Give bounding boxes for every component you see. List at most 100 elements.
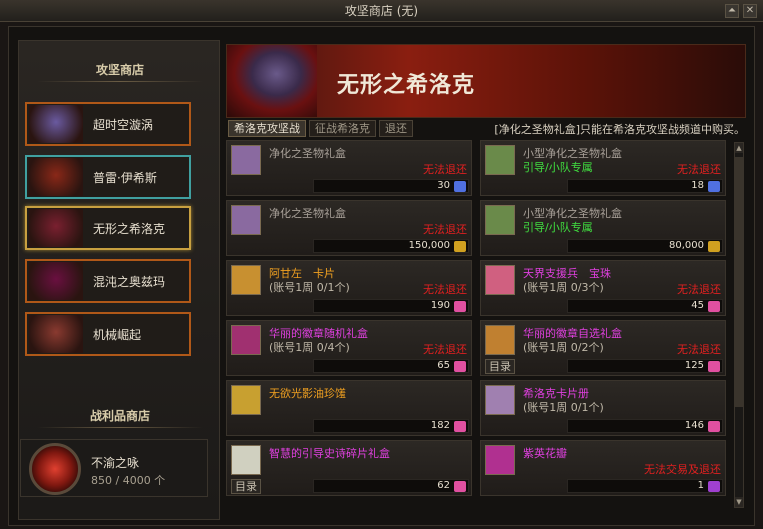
- divider: [37, 81, 203, 82]
- item-price: 62: [437, 480, 450, 491]
- currency-icon: [708, 241, 720, 252]
- shop-item[interactable]: 净化之圣物礼盒 无法退还 30: [226, 140, 472, 196]
- shop-item[interactable]: 无欲光影油珍馐 182: [226, 380, 472, 436]
- purchase-notice: [净化之圣物礼盒]只能在希洛克攻坚战频道中购买。: [494, 123, 745, 136]
- item-limit: 引导/小队专属: [523, 161, 593, 174]
- nav-item-isis[interactable]: 普雷·伊希斯: [25, 155, 191, 199]
- nav-item-sirocco[interactable]: 无形之希洛克: [25, 206, 191, 250]
- item-icon: [231, 385, 261, 415]
- raid-title: 无形之希洛克: [337, 72, 476, 98]
- item-name: 净化之圣物礼盒: [269, 147, 346, 160]
- item-icon: [231, 445, 261, 475]
- shop-item[interactable]: 小型净化之圣物礼盒 引导/小队专属 无法退还 18: [480, 140, 726, 196]
- item-icon: [485, 145, 515, 175]
- tab-refund[interactable]: 退还: [379, 120, 413, 137]
- item-name: 智慧的引导史诗碎片礼盒: [269, 447, 390, 460]
- nav-thumbnail: [29, 209, 83, 247]
- currency-icon: [454, 421, 466, 432]
- spoils-count: 850 / 4000 个: [91, 474, 166, 487]
- item-price: 190: [430, 300, 450, 311]
- spoils-emblem-icon: [29, 443, 81, 495]
- item-price: 80,000: [669, 240, 704, 251]
- tab-expedition[interactable]: 征战希洛克: [309, 120, 376, 137]
- close-icon[interactable]: ✕: [743, 4, 757, 18]
- spoils-name: 不渝之咏: [91, 456, 140, 470]
- item-limit: 引导/小队专属: [523, 221, 593, 234]
- shop-item[interactable]: 希洛克卡片册 (账号1周 0/1个) 146: [480, 380, 726, 436]
- nav-item-ozma[interactable]: 混沌之奥兹玛: [25, 259, 191, 303]
- catalog-button[interactable]: 目录: [485, 359, 515, 374]
- currency-icon: [708, 181, 720, 192]
- item-price: 182: [430, 420, 450, 431]
- nav-label: 机械崛起: [93, 327, 142, 342]
- scroll-up-icon[interactable]: ▲: [735, 143, 743, 153]
- price-box: 65: [313, 359, 469, 373]
- price-box: 62: [313, 479, 469, 493]
- spoils-section-title: 战利品商店: [89, 409, 150, 423]
- nav-item-vortex[interactable]: 超时空漩涡: [25, 102, 191, 146]
- item-icon: [231, 265, 261, 295]
- item-icon: [485, 205, 515, 235]
- currency-icon: [454, 481, 466, 492]
- shop-item[interactable]: 小型净化之圣物礼盒 引导/小队专属 80,000: [480, 200, 726, 256]
- currency-icon: [708, 481, 720, 492]
- catalog-button[interactable]: 目录: [231, 479, 261, 494]
- currency-icon: [708, 361, 720, 372]
- item-name: 无欲光影油珍馐: [269, 387, 346, 400]
- item-price: 65: [437, 360, 450, 371]
- item-icon: [485, 325, 515, 355]
- item-price: 18: [691, 180, 704, 191]
- price-box: 125: [567, 359, 723, 373]
- price-box: 182: [313, 419, 469, 433]
- price-box: 146: [567, 419, 723, 433]
- item-icon: [231, 205, 261, 235]
- currency-icon: [454, 241, 466, 252]
- item-icon: [485, 385, 515, 415]
- shop-item[interactable]: 紫英花瓣 无法交易及退还 1: [480, 440, 726, 496]
- shop-item[interactable]: 智慧的引导史诗碎片礼盒目录 62: [226, 440, 472, 496]
- item-warning: 无法退还: [423, 283, 467, 296]
- spoils-shop-entry[interactable]: 不渝之咏 850 / 4000 个: [20, 439, 208, 497]
- nav-thumbnail: [29, 315, 83, 353]
- currency-icon: [454, 181, 466, 192]
- nav-item-mech[interactable]: 机械崛起: [25, 312, 191, 356]
- price-box: 1: [567, 479, 723, 493]
- nav-label: 超时空漩涡: [93, 117, 154, 132]
- price-box: 80,000: [567, 239, 723, 253]
- scroll-thumb[interactable]: [735, 157, 743, 407]
- shop-section-title: 攻坚商店: [95, 63, 144, 77]
- item-icon: [231, 145, 261, 175]
- item-price: 1: [697, 480, 704, 491]
- item-limit: (账号1周 0/2个): [523, 341, 604, 354]
- shop-item[interactable]: 华丽的徽章自选礼盒 (账号1周 0/2个) 无法退还 目录 125: [480, 320, 726, 376]
- item-warning: 无法退还: [677, 283, 721, 296]
- tab-raid[interactable]: 希洛克攻坚战: [228, 120, 306, 137]
- item-warning: 无法退还: [677, 343, 721, 356]
- divider: [37, 427, 203, 428]
- item-price: 45: [691, 300, 704, 311]
- item-warning: 无法退还: [423, 223, 467, 236]
- shop-item[interactable]: 净化之圣物礼盒 无法退还 150,000: [226, 200, 472, 256]
- item-limit: (账号1周 0/1个): [269, 281, 350, 294]
- scrollbar[interactable]: ▲ ▼: [734, 142, 744, 508]
- currency-icon: [454, 301, 466, 312]
- raid-header: 无形之希洛克: [226, 44, 746, 118]
- item-icon: [231, 325, 261, 355]
- price-box: 18: [567, 179, 723, 193]
- shop-item[interactable]: 天界支援兵 宝珠 (账号1周 0/3个) 无法退还 45: [480, 260, 726, 316]
- item-price: 125: [684, 360, 704, 371]
- tab-bar: 希洛克攻坚战 征战希洛克 退还: [228, 120, 413, 137]
- item-icon: [485, 445, 515, 475]
- price-box: 45: [567, 299, 723, 313]
- item-limit: (账号1周 0/3个): [523, 281, 604, 294]
- scroll-down-icon[interactable]: ▼: [735, 497, 743, 507]
- item-warning: 无法退还: [423, 163, 467, 176]
- pin-icon[interactable]: ⏶: [725, 4, 739, 18]
- currency-icon: [708, 301, 720, 312]
- shop-item[interactable]: 华丽的徽章随机礼盒 (账号1周 0/4个) 无法退还 65: [226, 320, 472, 376]
- item-price: 146: [684, 420, 704, 431]
- item-limit: (账号1周 0/4个): [269, 341, 350, 354]
- item-price: 150,000: [408, 240, 450, 251]
- shop-item[interactable]: 阿甘左 卡片 (账号1周 0/1个) 无法退还 190: [226, 260, 472, 316]
- item-limit: (账号1周 0/1个): [523, 401, 604, 414]
